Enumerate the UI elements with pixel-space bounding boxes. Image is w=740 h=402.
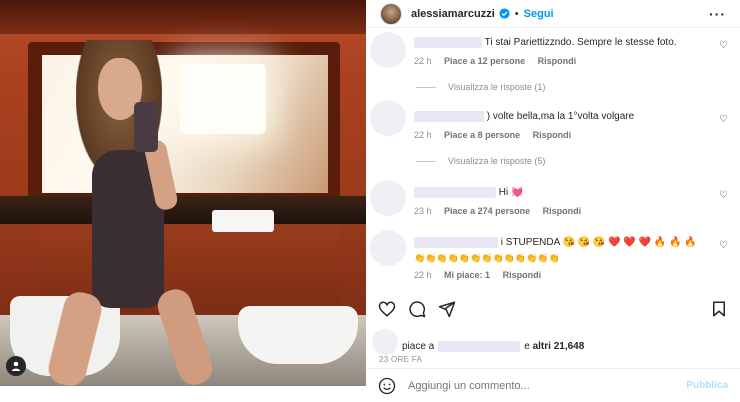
comment-time: 22 h bbox=[414, 56, 432, 66]
redacted-username bbox=[414, 36, 482, 48]
photo-phone bbox=[134, 102, 158, 152]
post-side-panel: alessiamarcuzzi • Segui ··· Ti stai Pari… bbox=[366, 0, 740, 402]
comment-text: Hi 💓 bbox=[498, 187, 524, 198]
follow-button[interactable]: Segui bbox=[524, 8, 554, 20]
comment-meta: 22 h Mi piace: 1 Rispondi bbox=[414, 270, 551, 280]
like-comment-heart-icon[interactable]: ♡ bbox=[719, 190, 728, 201]
view-replies-label: Visualizza le risposte (1) bbox=[448, 82, 546, 92]
comment-meta: 22 h Piace a 8 persone Rispondi bbox=[414, 130, 581, 140]
comments-list: Ti stai Pariettizzndo. Sempre le stesse … bbox=[366, 28, 740, 290]
liker-avatar[interactable] bbox=[372, 329, 398, 355]
view-replies-button[interactable]: Visualizza le risposte (1) bbox=[416, 82, 545, 92]
reply-button[interactable]: Rispondi bbox=[543, 206, 582, 216]
commenter-avatar[interactable] bbox=[370, 180, 406, 216]
comment-likes[interactable]: Piace a 12 persone bbox=[444, 56, 525, 66]
post-header: alessiamarcuzzi • Segui ··· bbox=[366, 0, 740, 28]
reply-button[interactable]: Rispondi bbox=[533, 130, 572, 140]
comment-text: ) volte bella,ma la 1°volta volgare bbox=[486, 111, 635, 122]
publish-button[interactable]: Pubblica bbox=[686, 380, 728, 391]
commenter-avatar[interactable] bbox=[370, 32, 406, 68]
user-tag-icon[interactable] bbox=[6, 356, 26, 376]
photo-ceiling bbox=[0, 0, 366, 34]
comment-time: 23 h bbox=[414, 206, 432, 216]
post-timestamp: 23 ORE FA bbox=[379, 355, 423, 364]
comment-likes[interactable]: Piace a 8 persone bbox=[444, 130, 520, 140]
likes-prefix: piace a bbox=[402, 340, 435, 352]
photo-counter bbox=[0, 196, 366, 224]
redacted-username bbox=[414, 110, 484, 122]
commenter-avatar[interactable] bbox=[370, 230, 406, 266]
person-icon bbox=[11, 361, 21, 371]
header-separator: • bbox=[514, 7, 519, 20]
verified-badge-icon bbox=[499, 8, 510, 19]
reply-button[interactable]: Rispondi bbox=[503, 270, 542, 280]
share-icon[interactable] bbox=[438, 300, 456, 318]
comment-body: Ti stai Pariettizzndo. Sempre le stesse … bbox=[414, 36, 714, 49]
view-replies-label: Visualizza le risposte (5) bbox=[448, 156, 546, 166]
reply-button[interactable]: Rispondi bbox=[538, 56, 577, 66]
more-options-icon[interactable]: ··· bbox=[709, 6, 726, 22]
photo-window-light bbox=[180, 64, 266, 134]
like-comment-heart-icon[interactable]: ♡ bbox=[719, 240, 728, 251]
view-replies-button[interactable]: Visualizza le risposte (5) bbox=[416, 156, 545, 166]
add-comment-bar: Pubblica bbox=[366, 368, 740, 402]
redacted-liker-name bbox=[438, 340, 521, 352]
comment-text: Ti stai Pariettizzndo. Sempre le stesse … bbox=[484, 37, 677, 48]
redacted-username bbox=[414, 236, 498, 248]
comment-text-line2: 👏👏👏👏👏👏👏👏👏👏👏👏👏 bbox=[414, 253, 560, 263]
comment-input[interactable] bbox=[408, 379, 687, 392]
comment-body: i STUPENDA 😘 😘 😘 ❤️ ❤️ ❤️ 🔥 🔥 🔥 👏👏👏👏👏👏👏👏… bbox=[414, 236, 714, 265]
comment-time: 22 h bbox=[414, 270, 432, 280]
like-comment-heart-icon[interactable]: ♡ bbox=[719, 114, 728, 125]
comment-text: i STUPENDA 😘 😘 😘 ❤️ ❤️ ❤️ 🔥 🔥 🔥 bbox=[500, 237, 697, 248]
post-actions bbox=[366, 294, 740, 322]
photo-towel bbox=[212, 210, 274, 232]
replies-line bbox=[416, 86, 436, 88]
photo-bidet bbox=[238, 306, 358, 364]
replies-line bbox=[416, 160, 436, 162]
redacted-username bbox=[414, 186, 496, 198]
comment-time: 22 h bbox=[414, 130, 432, 140]
post-photo[interactable] bbox=[0, 0, 366, 386]
emoji-icon[interactable] bbox=[378, 377, 396, 395]
comment-meta: 23 h Piace a 274 persone Rispondi bbox=[414, 206, 591, 216]
author-username[interactable]: alessiamarcuzzi bbox=[411, 8, 495, 20]
likes-connector: e bbox=[524, 340, 530, 352]
likes-others[interactable]: altri 21,648 bbox=[533, 341, 585, 352]
like-comment-heart-icon[interactable]: ♡ bbox=[719, 40, 728, 51]
bookmark-icon[interactable] bbox=[710, 300, 728, 318]
comment-meta: 22 h Piace a 12 persone Rispondi bbox=[414, 56, 586, 66]
commenter-avatar[interactable] bbox=[370, 100, 406, 136]
comment-body: ) volte bella,ma la 1°volta volgare bbox=[414, 110, 714, 123]
comment-likes[interactable]: Mi piace: 1 bbox=[444, 270, 490, 280]
author-avatar[interactable] bbox=[380, 2, 402, 25]
comment-icon[interactable] bbox=[408, 300, 426, 318]
comment-likes[interactable]: Piace a 274 persone bbox=[444, 206, 530, 216]
comment-body: Hi 💓 bbox=[414, 186, 714, 199]
heart-icon[interactable] bbox=[378, 300, 396, 318]
